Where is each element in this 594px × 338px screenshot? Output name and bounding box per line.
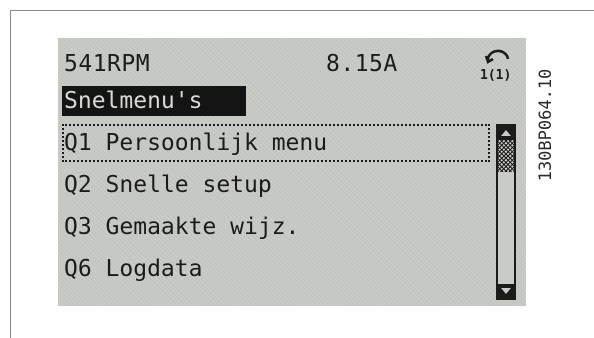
setup-indicator: 1(1) (480, 68, 511, 82)
reference-code-text: 130BP064.10 (536, 68, 556, 182)
arrow-up-icon[interactable] (498, 126, 514, 140)
reference-code: 130BP064.10 (532, 40, 560, 210)
menu-item-label: Q6 Logdata (64, 256, 203, 282)
menu-scrollbar[interactable] (496, 124, 516, 300)
menu-item-label: Q3 Gemaakte wijz. (64, 214, 300, 240)
menu-item-q6[interactable]: Q6 Logdata (62, 250, 490, 288)
frame-left-border (10, 10, 11, 338)
menu-title: Snelmenu's (64, 88, 203, 114)
current-readout: 8.15A (326, 51, 398, 77)
menu-title-bar: Snelmenu's (62, 86, 246, 116)
menu-item-q2[interactable]: Q2 Snelle setup (62, 166, 490, 204)
lcd-display: 541RPM 8.15A 1(1) Snelmenu's Q1 Persoonl… (58, 38, 526, 306)
scrollbar-thumb[interactable] (498, 140, 514, 172)
menu-item-label: Q1 Persoonlijk menu (64, 130, 328, 156)
menu-item-q3[interactable]: Q3 Gemaakte wijz. (62, 208, 490, 246)
setup-cycle-icon: 1(1) (480, 49, 511, 82)
arrow-down-icon[interactable] (498, 284, 514, 298)
frame-top-border (10, 10, 594, 11)
menu-item-label: Q2 Snelle setup (64, 172, 272, 198)
menu-item-q1[interactable]: Q1 Persoonlijk menu (62, 124, 490, 162)
speed-readout: 541RPM (64, 51, 151, 77)
